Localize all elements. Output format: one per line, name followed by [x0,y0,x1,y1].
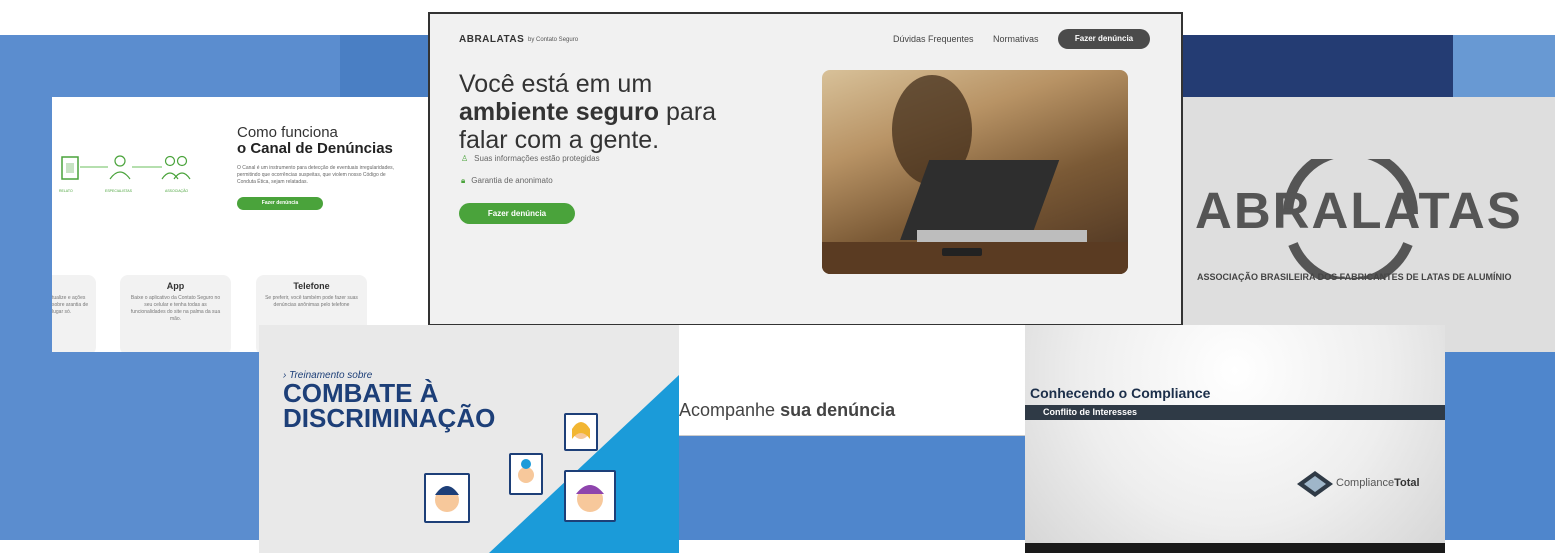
step-label: RELATO [59,189,73,193]
abralatas-logo-panel: ABRALATAS ASSOCIAÇÃO BRASILEIRA DOS FABR… [1183,97,1555,352]
report-button[interactable]: Fazer denúncia [237,197,323,210]
training-title: DISCRIMINAÇÃO [283,403,496,433]
lock-icon: 🔒︎ [461,176,466,185]
headline-bold: ambiente seguro [459,98,660,126]
logo-subtitle: ASSOCIAÇÃO BRASILEIRA DOS FABRICANTES DE… [1197,272,1512,282]
process-steps-icon [61,155,191,180]
compliance-video-panel: Conhecendo o Compliance Conflito de Inte… [1025,325,1445,553]
abralatas-logo[interactable]: ABRALATAS [459,34,524,45]
compliance-diamond-icon [1297,471,1333,497]
channel-card-app: App Baixe o aplicativo da Contato Seguro… [120,275,231,352]
hero-panel: ABRALATAS by Contato Seguro Dúvidas Freq… [428,12,1183,326]
subtitle-bar-text: Conflito de Interesses [1043,407,1138,417]
training-panel: › Treinamento sobre COMBATE À DISCRIMINA… [259,325,679,553]
track-report-panel[interactable]: Acompanhe sua denúncia [679,325,1025,436]
track-text-bold: sua denúncia [780,400,896,420]
nav-link-faq[interactable]: Dúvidas Frequentes [893,34,974,44]
compliance-total-logo: ComplianceTotal [1336,477,1420,489]
track-report-title: Acompanhe sua denúncia [679,400,895,421]
how-it-works-panel: RELATO ESPECIALISTAS ASSOCIAÇÃO Como fun… [52,97,430,352]
card-text: tualize e ações sobre arantia de lugar s… [52,295,89,315]
background-block [1453,35,1555,97]
card-text: Se preferir, você também pode fazer suas… [265,295,358,308]
avatar-icon [564,413,598,451]
card-title: Telefone [293,281,330,291]
step-label: ASSOCIAÇÃO [165,189,189,193]
logo-text: Compliance [1336,477,1395,489]
compliance-title: Conhecendo o Compliance [1030,385,1211,401]
headline-part: para [659,98,717,126]
track-text: Acompanhe [679,400,781,420]
avatar-icon [564,470,616,522]
feature-item: 🔒︎ Garantia de anonimato [461,176,553,186]
background-block [1443,352,1555,540]
background-block [1183,35,1453,97]
abralatas-wordmark: ABRALATAS [1195,182,1523,239]
step-label: ESPECIALISTAS [105,189,132,193]
hero-photo-laptop [822,70,1128,274]
background-block [679,436,1025,540]
section-title: Como funciona [237,124,338,141]
section-description: O Canal é um instrumento para detecção d… [237,165,395,185]
nav-link-normativas[interactable]: Normativas [993,34,1039,44]
nav-report-button[interactable]: Fazer denúncia [1058,29,1150,49]
hero-headline: Você está em um ambiente seguro para fal… [459,70,779,154]
logo-byline: by Contato Seguro [528,37,579,43]
feature-text: Suas informações estão protegidas [474,154,600,163]
card-text: Baixe o aplicativo da Contato Seguro no … [130,295,221,322]
avatar-icon [509,453,543,495]
headline-part: falar com a gente. [459,126,660,154]
section-title-bold: o Canal de Denúncias [237,140,393,157]
feature-item: ♙ Suas informações estão protegidas [461,154,600,163]
card-title: App [166,281,185,291]
hero-report-button[interactable]: Fazer denúncia [459,203,575,224]
user-icon: ♙ [461,154,469,163]
channel-card: tualize e ações sobre arantia de lugar s… [52,275,96,352]
headline-part: Você está em um [459,70,653,98]
logo-text-bold: Total [1394,477,1420,489]
video-controls-bar[interactable] [1025,543,1445,553]
feature-text: Garantia de anonimato [471,176,553,185]
avatar-icon [424,473,470,523]
